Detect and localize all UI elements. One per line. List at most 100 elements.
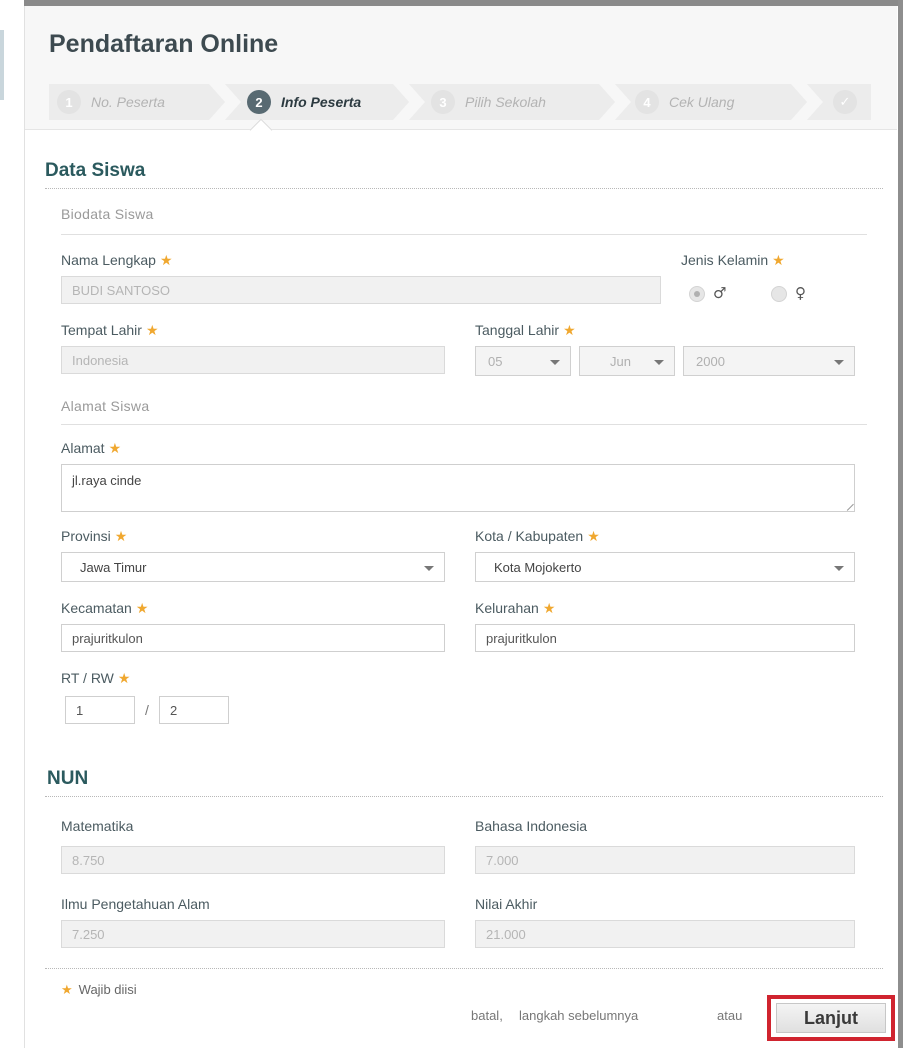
provinsi-label-text: Provinsi: [61, 528, 111, 544]
wizard-chevron-2: [393, 84, 409, 120]
required-star-icon: ★: [61, 982, 73, 997]
birth-day-value: 05: [488, 354, 503, 369]
step-number-4: 4: [635, 90, 659, 114]
provinsi-select[interactable]: Jawa Timur: [61, 552, 445, 582]
kelurahan-field[interactable]: prajuritkulon: [475, 624, 855, 652]
kota-label: Kota / Kabupaten ★: [475, 528, 600, 545]
kecamatan-label-text: Kecamatan: [61, 600, 132, 616]
step-label-2: Info Peserta: [281, 94, 362, 110]
matematika-field[interactable]: 8.750: [61, 846, 445, 874]
kelurahan-label: Kelurahan ★: [475, 600, 555, 617]
provinsi-label: Provinsi ★: [61, 528, 127, 545]
wizard-chevron-4: [791, 84, 807, 120]
step-label-3: Pilih Sekolah: [465, 94, 546, 110]
required-star-icon: ★: [108, 440, 122, 456]
required-star-icon: ★: [117, 670, 131, 686]
wizard-step-cek-ulang[interactable]: 4 Cek Ulang: [635, 84, 734, 120]
wizard-step-pilih-sekolah[interactable]: 3 Pilih Sekolah: [431, 84, 546, 120]
subsection-divider: [61, 234, 867, 235]
batal-link[interactable]: batal,: [471, 1008, 503, 1023]
wizard-chevron-3: [599, 84, 615, 120]
langkah-sebelumnya-link[interactable]: langkah sebelumnya: [519, 1008, 638, 1023]
female-symbol-icon: ♀: [795, 284, 806, 302]
kota-value: Kota Mojokerto: [494, 560, 582, 575]
step-label-4: Cek Ulang: [669, 94, 735, 110]
wizard-steps: 1 No. Peserta 2 Info Peserta 3 Pilih Sek…: [49, 84, 871, 120]
required-star-icon: ★: [135, 600, 149, 616]
rtrw-separator: /: [145, 702, 149, 718]
page-title: Pendaftaran Online: [49, 30, 279, 58]
kota-select[interactable]: Kota Mojokerto: [475, 552, 855, 582]
rtrw-label-text: RT / RW: [61, 670, 114, 686]
atau-text: atau: [717, 1008, 743, 1023]
rtrw-label: RT / RW ★: [61, 670, 130, 687]
footer-divider: [45, 968, 883, 969]
required-note-text: Wajib diisi: [78, 982, 137, 997]
rt-field[interactable]: 1: [65, 696, 135, 724]
resize-handle-icon[interactable]: [841, 498, 854, 511]
tempat-lahir-label-text: Tempat Lahir: [61, 322, 142, 338]
required-note: ★ Wajib diisi: [61, 982, 137, 998]
kecamatan-label: Kecamatan ★: [61, 600, 148, 617]
chevron-down-icon: [834, 566, 844, 571]
alamat-textarea[interactable]: jl.raya cinde: [61, 464, 855, 512]
birth-day-select[interactable]: 05: [475, 346, 571, 376]
alamat-value: jl.raya cinde: [72, 473, 142, 488]
wizard-step-selesai[interactable]: ✓: [833, 84, 867, 120]
section-title-nun: NUN: [47, 768, 89, 789]
gender-male-radio[interactable]: [689, 286, 705, 302]
wizard-chevron-notch-5: [807, 84, 823, 120]
subsection-biodata: Biodata Siswa: [61, 206, 154, 222]
alamat-label-text: Alamat: [61, 440, 105, 456]
left-edge-mark: [0, 30, 4, 100]
check-icon: ✓: [833, 90, 857, 114]
required-star-icon: ★: [542, 600, 556, 616]
nilai-akhir-label: Nilai Akhir: [475, 896, 538, 912]
birth-year-select[interactable]: 2000: [683, 346, 855, 376]
provinsi-value: Jawa Timur: [80, 560, 147, 575]
wizard-step-no-peserta[interactable]: 1 No. Peserta: [57, 84, 165, 120]
required-star-icon: ★: [159, 252, 173, 268]
bahasa-indonesia-field[interactable]: 7.000: [475, 846, 855, 874]
chevron-down-icon: [550, 360, 560, 365]
rw-field[interactable]: 2: [159, 696, 229, 724]
step-number-3: 3: [431, 90, 455, 114]
jenis-kelamin-label-text: Jenis Kelamin: [681, 252, 769, 268]
bahasa-indonesia-label: Bahasa Indonesia: [475, 818, 588, 834]
jenis-kelamin-label: Jenis Kelamin ★: [681, 252, 785, 269]
wizard-chevron-notch-2: [225, 84, 241, 120]
section-divider: [45, 796, 883, 797]
step-label-1: No. Peserta: [91, 94, 165, 110]
tanggal-lahir-label: Tanggal Lahir ★: [475, 322, 576, 339]
left-edge: [0, 0, 22, 1048]
nama-lengkap-field[interactable]: BUDI SANTOSO: [61, 276, 661, 304]
subsection-divider: [61, 424, 867, 425]
lanjut-button[interactable]: Lanjut: [776, 1003, 886, 1033]
tanggal-lahir-label-text: Tanggal Lahir: [475, 322, 560, 338]
wizard-chevron-1: [209, 84, 225, 120]
required-star-icon: ★: [563, 322, 576, 338]
matematika-label: Matematika: [61, 818, 134, 834]
ipa-field[interactable]: 7.250: [61, 920, 445, 948]
wizard-step-info-peserta[interactable]: 2 Info Peserta: [247, 84, 361, 120]
chevron-down-icon: [654, 360, 664, 365]
ipa-label: Ilmu Pengetahuan Alam: [61, 896, 210, 912]
subsection-alamat: Alamat Siswa: [61, 398, 150, 414]
kelurahan-label-text: Kelurahan: [475, 600, 539, 616]
kota-label-text: Kota / Kabupaten: [475, 528, 584, 544]
nama-lengkap-label-text: Nama Lengkap: [61, 252, 156, 268]
window-right-bar: [898, 0, 903, 1048]
nilai-akhir-field[interactable]: 21.000: [475, 920, 855, 948]
tempat-lahir-field[interactable]: Indonesia: [61, 346, 445, 374]
kecamatan-field[interactable]: prajuritkulon: [61, 624, 445, 652]
birth-month-select[interactable]: Jun: [579, 346, 675, 376]
panel-header: Pendaftaran Online 1 No. Peserta 2 Info …: [25, 6, 897, 130]
birth-year-value: 2000: [696, 354, 725, 369]
section-divider: [45, 188, 883, 189]
gender-female-radio[interactable]: [771, 286, 787, 302]
nama-lengkap-label: Nama Lengkap ★: [61, 252, 173, 269]
step-number-1: 1: [57, 90, 81, 114]
required-star-icon: ★: [772, 252, 785, 268]
birth-month-value: Jun: [610, 354, 631, 369]
chevron-down-icon: [834, 360, 844, 365]
